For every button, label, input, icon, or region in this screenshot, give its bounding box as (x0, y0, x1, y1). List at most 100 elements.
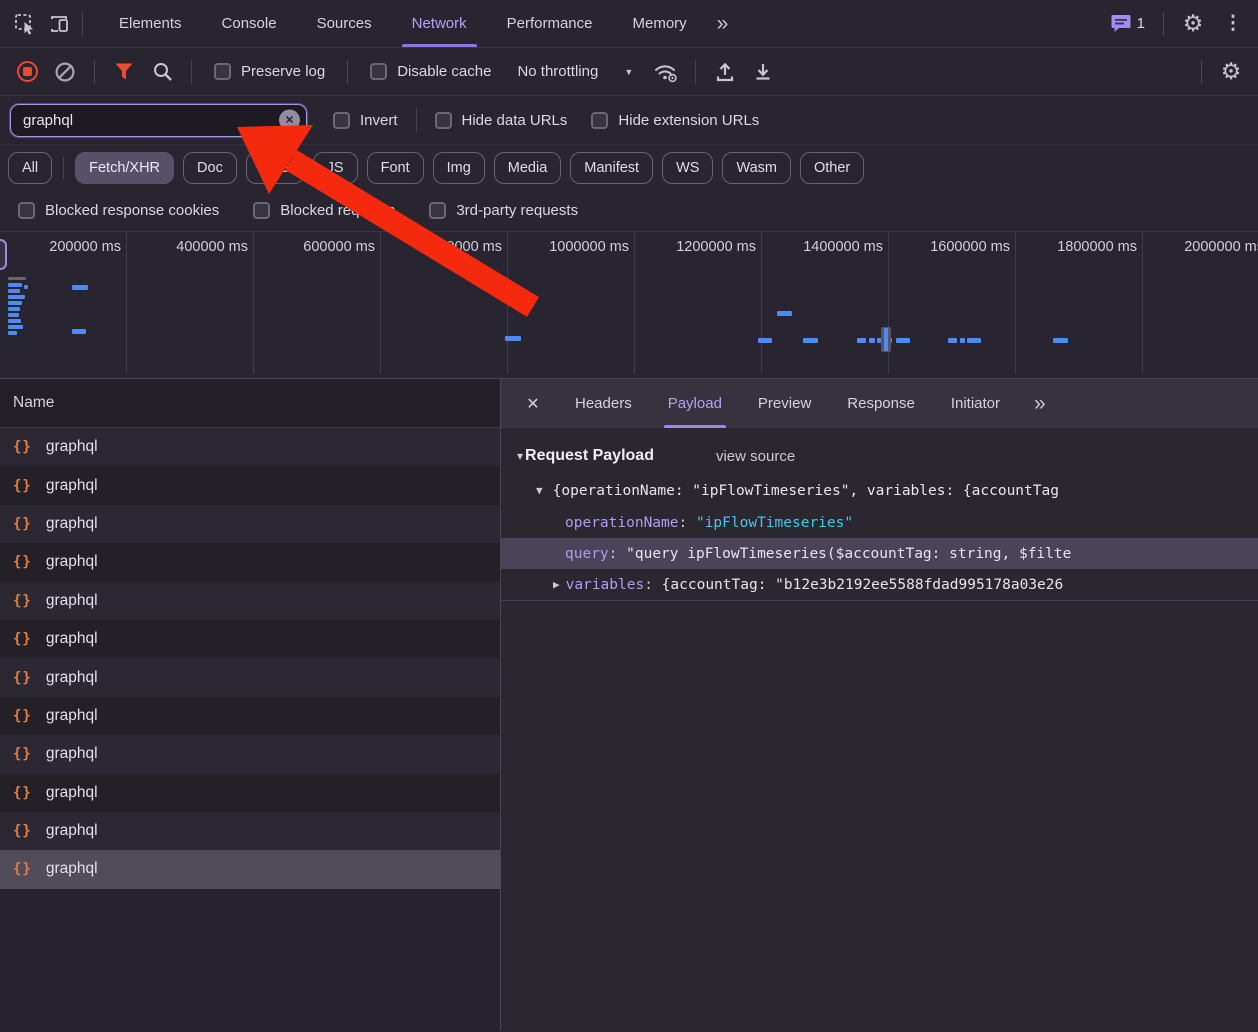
hide-extension-urls-checkbox[interactable]: Hide extension URLs (579, 111, 771, 129)
divider (1163, 11, 1164, 36)
divider (347, 59, 349, 84)
invert-checkbox[interactable]: Invert (321, 111, 410, 129)
chip-fetch-xhr[interactable]: Fetch/XHR (75, 151, 175, 184)
chip-img[interactable]: Img (432, 151, 485, 184)
waterfall-bar (72, 285, 88, 290)
chip-media[interactable]: Media (493, 151, 562, 184)
checkbox (18, 202, 35, 219)
request-row[interactable]: {} graphql (0, 811, 500, 851)
payload-key: operationName (565, 514, 679, 531)
waterfall-bar (960, 338, 965, 343)
inspect-element-icon[interactable] (8, 7, 42, 41)
overview-range-handle-left[interactable] (0, 239, 7, 270)
timeline-column: 1800000 ms (1016, 232, 1143, 374)
tab-memory[interactable]: Memory (613, 0, 707, 47)
3rd-party-requests-checkbox[interactable]: 3rd-party requests (419, 202, 588, 219)
timeline-column: 800000 ms (381, 232, 508, 374)
clear-filter-icon[interactable]: ✕ (279, 109, 300, 131)
chip-wasm[interactable]: Wasm (722, 151, 791, 184)
waterfall-bar (8, 289, 20, 293)
view-source-link[interactable]: view source (716, 448, 795, 465)
request-row[interactable]: {} graphql (0, 735, 500, 774)
request-row[interactable]: {} graphql (0, 696, 500, 736)
chip-manifest[interactable]: Manifest (570, 151, 654, 184)
chip-ws[interactable]: WS (662, 151, 714, 184)
payload-key: query (565, 545, 609, 562)
tab-console[interactable]: Console (202, 0, 297, 47)
throttling-value: No throttling (517, 63, 599, 80)
payload-value: "query ipFlowTimeseries($accountTag: str… (626, 545, 1072, 562)
chip-font[interactable]: Font (366, 151, 424, 184)
chip-doc[interactable]: Doc (183, 151, 237, 184)
more-tabs-icon[interactable]: » (707, 12, 737, 36)
chip-js[interactable]: JS (312, 151, 358, 184)
tab-elements[interactable]: Elements (99, 0, 202, 47)
checkbox (429, 202, 447, 219)
payload-divider (501, 600, 1258, 601)
details-tabs: Headers Payload Preview Response Initiator (557, 379, 1018, 428)
request-name: graphql (45, 514, 98, 532)
filter-funnel-icon[interactable] (107, 55, 141, 89)
payload-query-row[interactable]: query: "query ipFlowTimeseries($accountT… (501, 538, 1258, 569)
import-har-icon[interactable] (708, 55, 742, 89)
request-row[interactable]: {} graphql (0, 619, 500, 659)
blocked-requests-checkbox[interactable]: Blocked requests (243, 202, 405, 219)
chip-all[interactable]: All (8, 151, 53, 184)
tab-sources[interactable]: Sources (297, 0, 392, 47)
chip-css[interactable]: CSS (245, 151, 304, 184)
close-details-icon[interactable]: ✕ (515, 386, 551, 422)
network-panel-split: Name {} graphql {} graphql {} graphql {} graphq… (0, 379, 1258, 1031)
request-row[interactable]: {} graphql (0, 581, 500, 620)
hide-data-urls-label: Hide data URLs (461, 111, 568, 129)
request-row[interactable]: {} graphql (0, 543, 500, 582)
request-name: graphql (45, 438, 98, 456)
clear-network-log-icon[interactable] (48, 55, 82, 89)
request-row[interactable]: {} graphql (0, 658, 500, 697)
details-tab-headers[interactable]: Headers (557, 379, 650, 428)
kebab-menu-icon[interactable]: ⋮ (1216, 7, 1250, 41)
search-icon[interactable] (145, 55, 179, 89)
filter-input-value: graphql (23, 111, 74, 129)
payload-string-value: "ipFlowTimeseries" (695, 514, 854, 531)
request-payload-section[interactable]: ▾ Request Payload view source (501, 438, 1258, 474)
request-row[interactable]: {} graphql (0, 773, 500, 812)
hide-data-urls-checkbox[interactable]: Hide data URLs (423, 111, 580, 129)
tab-performance[interactable]: Performance (487, 0, 613, 47)
disable-cache-checkbox[interactable]: Disable cache (360, 63, 501, 80)
request-row[interactable]: {} graphql (0, 428, 500, 467)
waterfall-bar (8, 283, 22, 287)
name-column-header[interactable]: Name (0, 379, 500, 428)
request-row[interactable]: {} graphql (0, 504, 500, 544)
throttling-dropdown[interactable]: No throttling ▼ (505, 63, 645, 80)
network-conditions-icon[interactable] (649, 55, 683, 89)
divider (1201, 59, 1202, 84)
details-tab-payload[interactable]: Payload (650, 379, 740, 428)
details-tab-response[interactable]: Response (829, 379, 933, 428)
payload-operation-row[interactable]: operationName: "ipFlowTimeseries" (501, 507, 1258, 538)
chip-other[interactable]: Other (800, 151, 865, 184)
timeline-tick-label: 1600000 ms (930, 239, 1010, 255)
network-settings-gear-icon[interactable]: ⚙ (1214, 55, 1248, 89)
payload-root-preview[interactable]: ▼ {operationName: "ipFlowTimeseries", va… (501, 474, 1258, 507)
timeline-tick-label: 600000 ms (303, 239, 375, 255)
preserve-log-checkbox[interactable]: Preserve log (204, 63, 335, 80)
blocked-response-cookies-checkbox[interactable]: Blocked response cookies (8, 202, 229, 219)
export-har-icon[interactable] (746, 55, 780, 89)
filter-input[interactable]: graphql ✕ (9, 102, 308, 138)
details-tab-preview[interactable]: Preview (740, 379, 829, 428)
record-button[interactable] (10, 55, 44, 89)
request-row[interactable]: {} graphql (0, 850, 500, 889)
tab-network[interactable]: Network (392, 0, 487, 47)
request-name: graphql (45, 745, 98, 763)
request-name: graphql (45, 553, 98, 571)
settings-gear-icon[interactable]: ⚙ (1176, 7, 1210, 41)
details-tab-initiator[interactable]: Initiator (933, 379, 1018, 428)
device-toolbar-icon[interactable] (42, 7, 76, 41)
request-row[interactable]: {} graphql (0, 466, 500, 505)
issues-indicator[interactable]: 1 (1105, 14, 1151, 33)
network-toolbar: Preserve log Disable cache No throttling… (0, 48, 1258, 96)
payload-variables-row[interactable]: ▶ variables: {accountTag: "b12e3b2192ee5… (501, 569, 1258, 600)
details-more-tabs-icon[interactable]: » (1024, 392, 1054, 416)
timeline-tick-label: 800000 ms (430, 239, 502, 255)
network-overview-timeline[interactable]: 200000 ms 400000 ms 600000 ms 800000 ms 1000… (0, 232, 1258, 379)
